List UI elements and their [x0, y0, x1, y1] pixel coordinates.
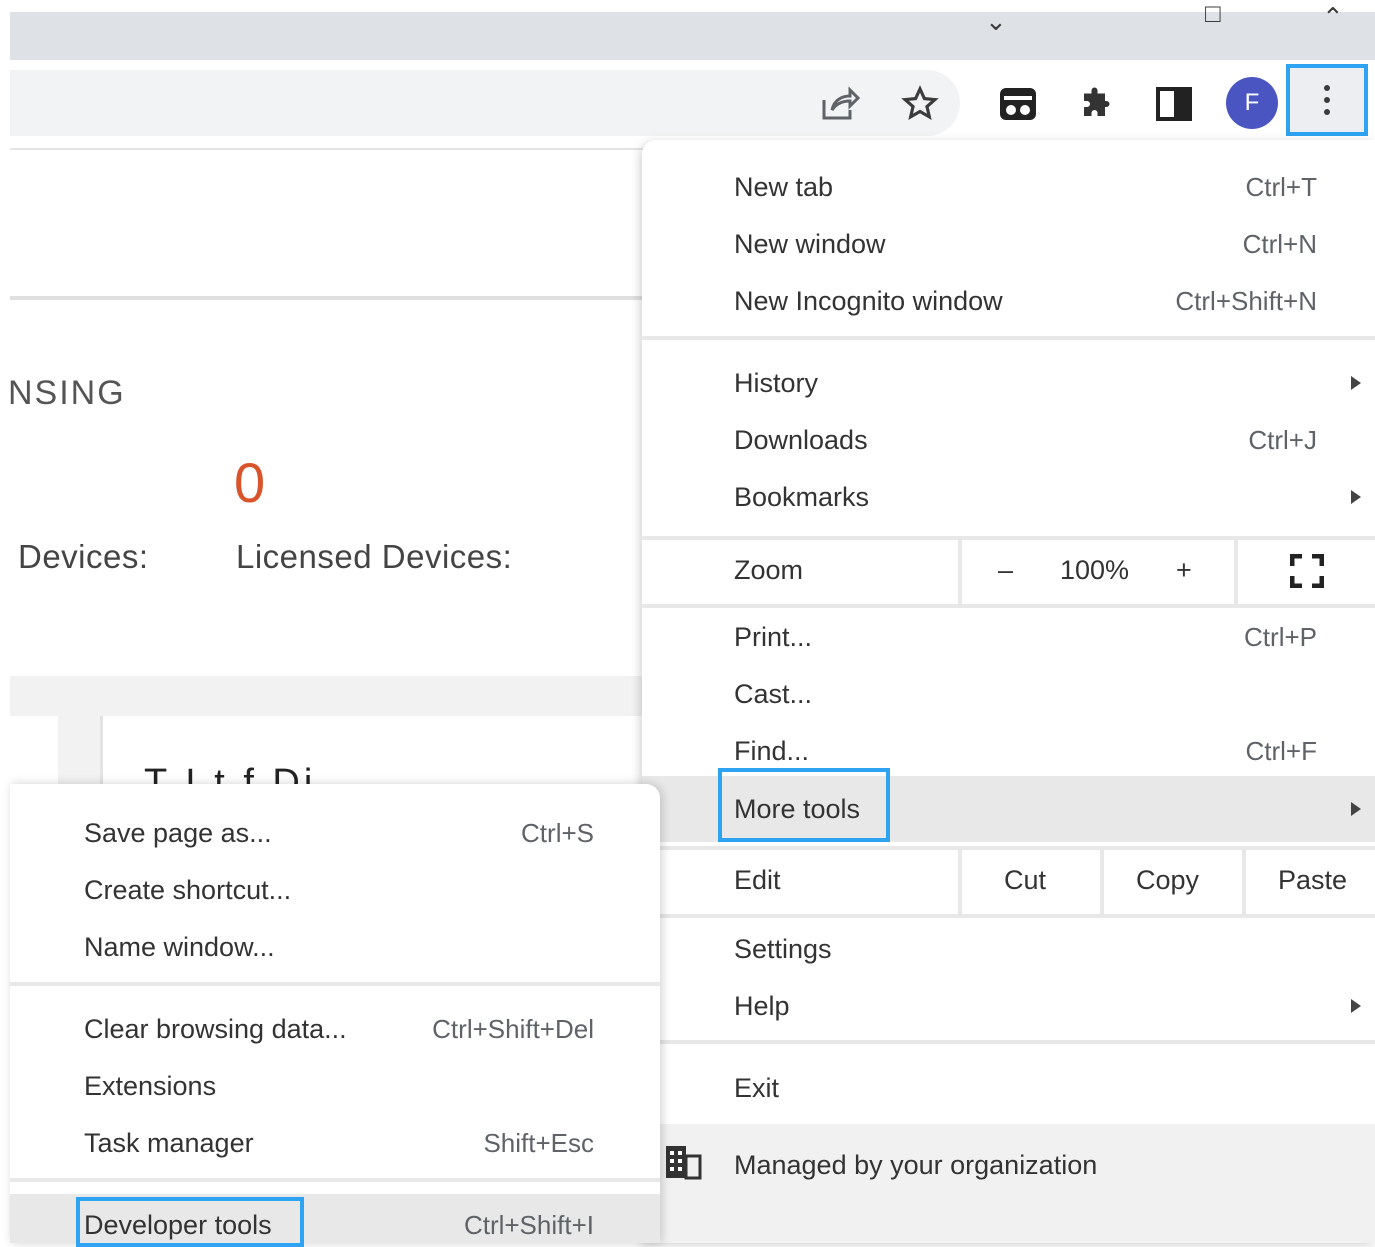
bookmark-star-icon[interactable]: [898, 82, 942, 126]
restore-window-icon[interactable]: □: [1205, 0, 1221, 29]
copy-button[interactable]: Copy: [1136, 865, 1199, 896]
submenu-item-shortcut: Ctrl+S: [521, 818, 594, 848]
title-bar: ⌄ □ ⌃: [10, 0, 1375, 60]
developer-tools-highlight: [76, 1197, 304, 1247]
menu-item-shortcut: Ctrl+F: [1245, 736, 1318, 766]
avatar-letter: F: [1244, 89, 1260, 116]
submenu-separator: [10, 982, 660, 986]
menu-item-label: Help: [734, 991, 790, 1021]
card-heading: T I t f Di: [144, 762, 317, 784]
more-tools-highlight: [718, 768, 890, 842]
edit-divider: [958, 850, 962, 914]
share-icon[interactable]: [818, 82, 862, 126]
zoom-divider: [958, 540, 962, 604]
edit-row: Edit Cut Copy Paste: [642, 846, 1375, 918]
content-side-panel: [10, 716, 58, 786]
menu-item-cast[interactable]: Cast...: [642, 665, 1375, 721]
licensed-devices-label: Licensed Devices:: [236, 538, 513, 575]
close-window-icon[interactable]: ⌃: [1322, 2, 1344, 33]
submenu-item-label: Name window...: [84, 932, 275, 962]
menu-item-print[interactable]: Print... Ctrl+P: [642, 608, 1375, 664]
menu-item-exit[interactable]: Exit: [642, 1059, 1375, 1115]
zoom-level: 100%: [1060, 555, 1130, 585]
chrome-menu: New tab Ctrl+T New window Ctrl+N New Inc…: [642, 140, 1375, 1243]
submenu-item-name-window[interactable]: Name window...: [10, 918, 660, 974]
section-divider: [10, 296, 650, 300]
devices-label: Devices:: [18, 538, 149, 575]
section-heading: NSING: [8, 374, 126, 412]
menu-item-bookmarks[interactable]: Bookmarks: [642, 468, 1375, 524]
page-top-divider: [10, 148, 650, 150]
submenu-arrow-icon: [1351, 490, 1361, 504]
tab-search-icon[interactable]: ⌄: [985, 6, 1007, 37]
edit-divider: [1242, 850, 1246, 914]
submenu-item-shortcut: Ctrl+Shift+Del: [432, 1014, 594, 1044]
chrome-menu-button[interactable]: [1286, 64, 1368, 136]
more-tools-submenu: Save page as... Ctrl+S Create shortcut..…: [10, 784, 660, 1243]
menu-item-label: New Incognito window: [734, 286, 1003, 316]
menu-item-label: Print...: [734, 622, 813, 652]
submenu-item-create-shortcut[interactable]: Create shortcut...: [10, 861, 660, 917]
zoom-divider: [1234, 540, 1238, 604]
submenu-item-label: Task manager: [84, 1128, 254, 1158]
submenu-item-shortcut: Ctrl+Shift+I: [463, 1210, 594, 1240]
fullscreen-icon[interactable]: [1289, 553, 1325, 589]
managed-label: Managed by your organization: [734, 1150, 1098, 1180]
menu-item-label: Cast...: [734, 679, 813, 709]
submenu-item-save-page[interactable]: Save page as... Ctrl+S: [10, 804, 660, 860]
menu-separator: [642, 1040, 1375, 1044]
submenu-arrow-icon: [1351, 999, 1361, 1013]
building-icon: [664, 1144, 702, 1185]
cut-button[interactable]: Cut: [1004, 865, 1046, 896]
incognito-extension-icon[interactable]: [996, 82, 1040, 126]
zoom-out-button[interactable]: –: [998, 555, 1013, 586]
menu-item-new-tab[interactable]: New tab Ctrl+T: [642, 158, 1375, 214]
menu-item-shortcut: Ctrl+N: [1242, 229, 1317, 259]
submenu-item-label: Save page as...: [84, 818, 272, 848]
menu-item-shortcut: Ctrl+T: [1245, 172, 1318, 202]
menu-separator: [642, 336, 1375, 340]
profile-avatar[interactable]: F: [1226, 77, 1278, 129]
menu-item-shortcut: Ctrl+P: [1244, 622, 1317, 652]
submenu-arrow-icon: [1351, 376, 1361, 390]
submenu-item-label: Create shortcut...: [84, 875, 292, 905]
side-panel-icon[interactable]: [1152, 82, 1196, 126]
menu-item-history[interactable]: History: [642, 354, 1375, 410]
submenu-item-extensions[interactable]: Extensions: [10, 1057, 660, 1113]
submenu-item-label: Clear browsing data...: [84, 1014, 347, 1044]
submenu-item-label: Extensions: [84, 1071, 217, 1101]
menu-item-label: Bookmarks: [734, 482, 870, 512]
menu-item-new-window[interactable]: New window Ctrl+N: [642, 215, 1375, 271]
menu-item-label: Downloads: [734, 425, 868, 455]
kebab-menu-icon: [1324, 85, 1330, 115]
submenu-separator: [10, 1178, 660, 1182]
menu-item-label: Settings: [734, 934, 832, 964]
menu-item-label: New tab: [734, 172, 834, 202]
menu-item-label: Exit: [734, 1073, 780, 1103]
submenu-item-shortcut: Shift+Esc: [483, 1128, 594, 1158]
zoom-row: Zoom – 100% +: [642, 536, 1375, 608]
menu-item-new-incognito[interactable]: New Incognito window Ctrl+Shift+N: [642, 272, 1375, 328]
submenu-item-task-manager[interactable]: Task manager Shift+Esc: [10, 1114, 660, 1170]
address-bar[interactable]: [10, 70, 960, 136]
menu-item-shortcut: Ctrl+Shift+N: [1175, 286, 1317, 316]
submenu-arrow-icon: [1351, 802, 1361, 816]
menu-item-label: Find...: [734, 736, 810, 766]
licensed-devices-count: 0: [234, 451, 266, 514]
edit-divider: [1100, 850, 1104, 914]
managed-by-org[interactable]: Managed by your organization: [642, 1124, 1375, 1243]
edit-label: Edit: [734, 865, 781, 895]
menu-item-shortcut: Ctrl+J: [1248, 425, 1317, 455]
extensions-puzzle-icon[interactable]: [1074, 82, 1118, 126]
menu-item-settings[interactable]: Settings: [642, 920, 1375, 976]
paste-button[interactable]: Paste: [1278, 865, 1347, 896]
submenu-item-clear-data[interactable]: Clear browsing data... Ctrl+Shift+Del: [10, 1000, 660, 1056]
menu-item-downloads[interactable]: Downloads Ctrl+J: [642, 411, 1375, 467]
menu-item-label: New window: [734, 229, 886, 259]
zoom-in-button[interactable]: +: [1176, 555, 1192, 586]
zoom-label: Zoom: [734, 555, 804, 585]
menu-item-label: History: [734, 368, 819, 398]
menu-item-help[interactable]: Help: [642, 977, 1375, 1033]
